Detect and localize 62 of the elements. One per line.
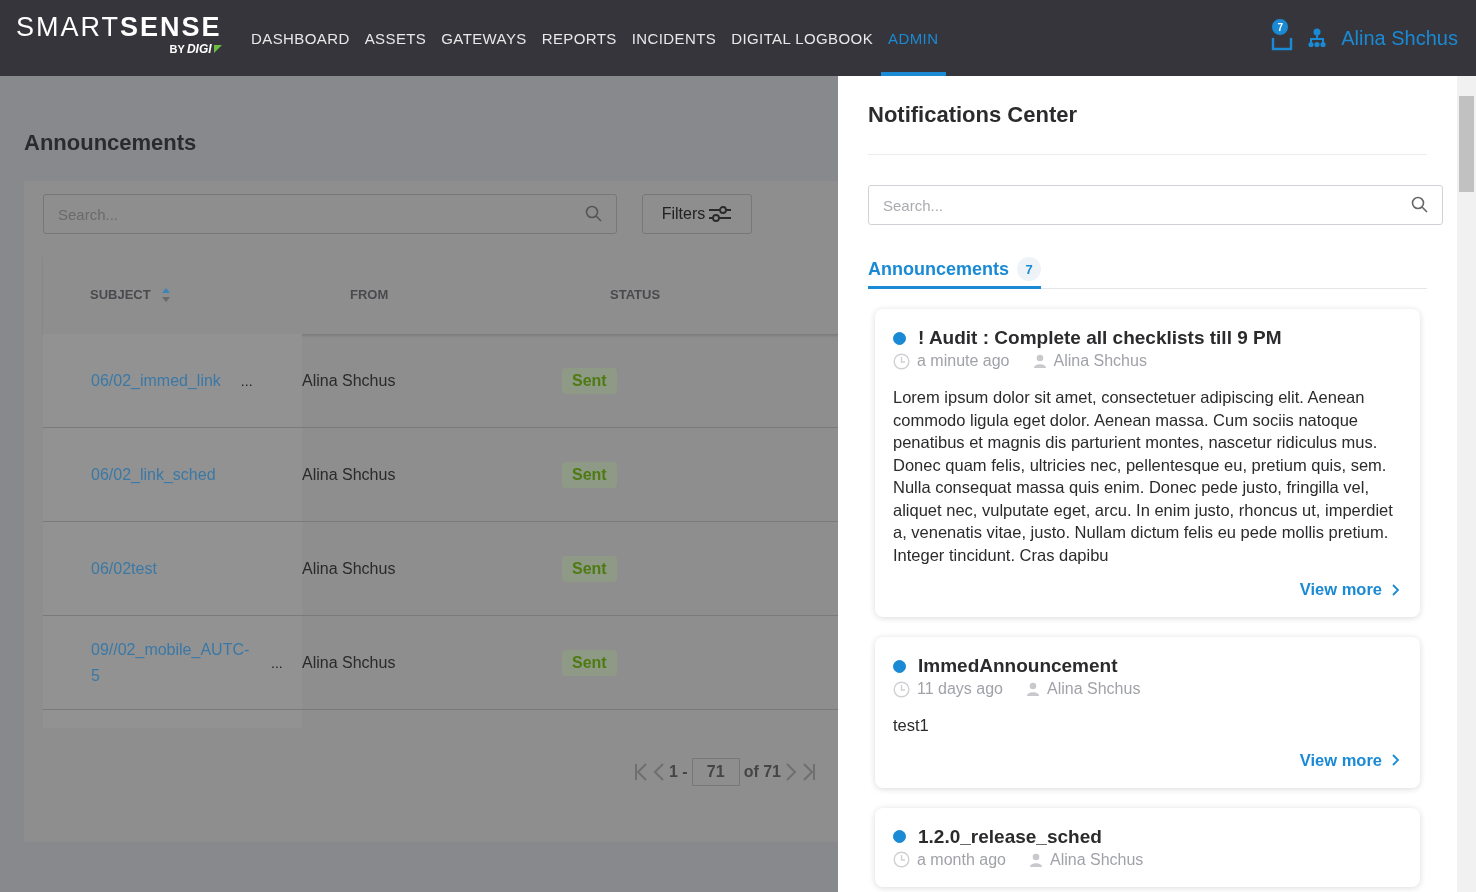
author-text: Alina Shchus [1053,352,1147,370]
total-count: of 71 [743,763,781,781]
time-text: a month ago [917,850,1006,869]
hierarchy-icon[interactable] [1307,28,1328,48]
table-cell: Alina Shchus [302,371,396,390]
announcement-text: test1 [893,715,930,736]
status-badge: Sent [562,555,617,582]
column-header[interactable]: STATUS [610,287,661,302]
sort-icon[interactable] [160,286,171,303]
author-text: Alina Shchus [1049,850,1144,869]
time-text: a minute ago [917,352,1010,370]
announcement-title: ! Audit : Complete all checklists till 9 PM [918,327,1282,349]
range-start: 1 - [669,763,688,781]
announcement-title: ImmedAnnouncement [918,655,1118,677]
logo[interactable]: SMARTSENSE BY DIGI [16,12,222,56]
page-title: Announcements [24,130,198,156]
view-more-link[interactable]: View more [1299,750,1400,770]
nav-tab[interactable]: ASSETS [357,0,434,76]
announcement-title: 1.2.0_release_sched [918,825,1102,848]
more-text[interactable]: ... [271,654,283,671]
clock-icon [893,680,910,698]
announcement-text: Lorem ipsum dolor sit amet, consectetuer adipiscing elit. Aenean commodo ligula eget dolor. Aenean massa. Cum sociis natoque penatibus et magnis dis parturient montes, nascetur ridiculus mus. Donec quam felis, ultricies nec, pellentesque eu, pretium quis, sem. Nulla consequat massa quis enim. Donec pede justo, fringilla vel, aliquet nec, vulputate eget, arcu. In enim justo, rhoncus ut, imperdiet a, venenatis vitae, justo. Nullam dictum felis eu pede mollis pretium. Integer tincidunt. Cras dapibu [893,387,1394,566]
clock-icon [893,851,910,868]
first-page-icon[interactable] [633,762,649,782]
clock-icon [893,352,910,370]
nav-tab[interactable]: INCIDENTS [624,0,724,76]
page-size-field[interactable]: 71 [691,758,740,786]
table-cell: Alina Shchus [302,653,396,672]
column-header[interactable]: FROM [350,287,389,302]
next-page-icon[interactable] [785,762,797,782]
status-badge: Sent [562,367,617,394]
nav-tab[interactable]: REPORTS [534,0,625,76]
filters-button[interactable]: Filters [642,194,752,234]
chevron-right-icon [1391,582,1400,597]
time-text: 11 days ago [917,680,1003,698]
table-cell: Alina Shchus [302,559,396,578]
status-badge: Sent [562,649,617,676]
nav-tab[interactable]: GATEWAYS [433,0,535,76]
user-menu[interactable]: Alina Shchus [1341,26,1458,50]
notification-count-badge: 7 [1271,18,1290,36]
nav-tab[interactable]: DASHBOARD [243,0,358,76]
panel-title: Notifications Center [868,102,1427,155]
scrollbar-thumb[interactable] [1459,96,1474,192]
nav-tab[interactable]: DIGITAL LOGBOOK [723,0,881,76]
person-icon [1026,682,1040,696]
chevron-right-icon [1391,753,1400,767]
search-icon [585,205,603,223]
count-badge: 7 [1017,257,1041,281]
more-text[interactable]: ... [240,372,253,389]
previous-page-icon[interactable] [653,762,665,782]
view-more-link[interactable]: View more [1299,580,1400,599]
sliders-icon [708,205,733,223]
person-icon [1032,354,1047,368]
last-page-icon[interactable] [801,762,817,782]
author-text: Alina Shchus [1047,680,1141,698]
table-cell: Alina Shchus [302,465,396,484]
scrollbar[interactable] [1457,76,1476,892]
search-icon [1411,196,1429,214]
status-badge: Sent [562,461,617,488]
column-header[interactable]: SUBJECT [90,286,171,303]
person-icon [1028,852,1043,867]
announcements-tab[interactable]: Announcements 7 [868,257,1041,289]
